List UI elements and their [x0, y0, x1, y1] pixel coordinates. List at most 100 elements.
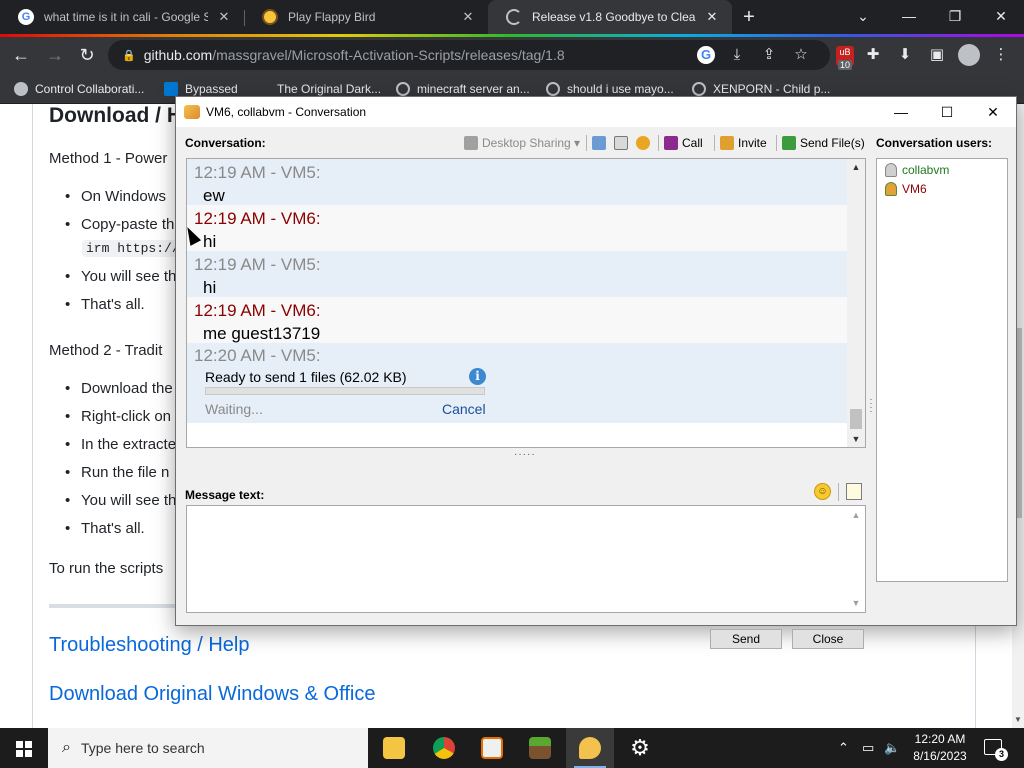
send-button[interactable]: Send — [710, 629, 782, 649]
call-button[interactable]: Call — [664, 133, 703, 153]
reload-icon[interactable]: ↻ — [74, 42, 100, 68]
transfer-progress-bar — [205, 387, 485, 395]
user-name: VM6 — [902, 182, 927, 196]
history-icon — [592, 136, 606, 150]
side-panel-icon[interactable]: ▣ — [926, 44, 948, 66]
globe-icon — [692, 82, 706, 96]
taskbar-settings[interactable]: ⚙ — [616, 728, 664, 768]
minimize-icon[interactable]: — — [878, 97, 924, 127]
bookmark-item[interactable]: XENPORN - Child p... — [692, 82, 830, 96]
bookmark-item[interactable]: Control Collaborati... — [14, 82, 144, 96]
back-icon[interactable]: ← — [8, 42, 34, 68]
taskbar-chrome[interactable] — [420, 728, 468, 768]
close-icon[interactable]: ✕ — [460, 9, 476, 25]
bookmark-star-icon[interactable]: ☆ — [790, 44, 812, 66]
cancel-transfer-link[interactable]: Cancel — [442, 401, 486, 417]
flappy-bird-icon — [262, 9, 278, 25]
close-window-icon[interactable]: ✕ — [970, 97, 1016, 127]
forward-icon[interactable]: → — [42, 42, 68, 68]
more-menu-icon[interactable]: ⋮ — [990, 44, 1012, 66]
chevron-up-icon[interactable]: ⌃ — [838, 740, 849, 756]
taskbar-file-explorer[interactable] — [370, 728, 418, 768]
scroll-down-icon[interactable]: ▼ — [847, 431, 865, 447]
profile-avatar[interactable] — [958, 44, 980, 66]
taskbar-minecraft[interactable] — [516, 728, 564, 768]
extension-badge-count: 10 — [838, 60, 853, 70]
taskbar-java[interactable] — [468, 728, 516, 768]
conversation-window: VM6, collabvm - Conversation — ☐ ✕ Conve… — [175, 96, 1017, 649]
user-offline-icon — [885, 163, 897, 177]
volume-icon[interactable]: 🔈 — [884, 740, 900, 756]
start-button[interactable] — [0, 728, 48, 768]
system-clock[interactable]: 12:20 AM 8/16/2023 — [900, 731, 980, 765]
taskbar-messenger[interactable] — [566, 728, 614, 768]
scroll-thumb[interactable] — [850, 409, 862, 429]
close-icon[interactable]: ✕ — [704, 9, 720, 25]
google-lens-icon[interactable]: G — [697, 46, 715, 64]
scroll-up-icon[interactable]: ▲ — [847, 159, 865, 175]
tab-google-search[interactable]: G what time is it in cali - Google Se ✕ — [0, 0, 244, 34]
install-app-icon[interactable]: ⤓ — [726, 44, 748, 66]
share-icon[interactable]: ⇪ — [758, 44, 780, 66]
message-text-label: Message text: — [185, 488, 265, 502]
message-scrollbar[interactable]: ▲ ▼ — [847, 506, 865, 612]
windows-logo-icon — [16, 741, 32, 757]
chrome-icon — [433, 737, 455, 759]
notepad-icon[interactable] — [846, 483, 862, 500]
restore-icon[interactable]: ❐ — [940, 4, 970, 28]
splitter-handle[interactable]: ····· — [514, 449, 536, 460]
tab-search-icon[interactable]: ⌄ — [848, 4, 878, 28]
lock-icon[interactable]: 🔒 — [122, 49, 136, 62]
conversation-users-label: Conversation users: — [876, 136, 993, 150]
user-item[interactable]: VM6 — [885, 182, 927, 196]
transfer-waiting-text: Waiting... — [205, 401, 263, 417]
send-files-button[interactable]: Send File(s) — [782, 133, 865, 153]
conversation-scrollbar[interactable]: ▲ ▼ — [847, 159, 865, 447]
ublock-extension-icon[interactable]: uB 10 — [836, 46, 854, 70]
message-header: 12:19 AM - VM5: — [194, 255, 321, 274]
conversation-history[interactable]: 12:19 AM - VM5: ew 12:19 AM - VM6: hi 12… — [186, 158, 866, 448]
bookmark-item[interactable]: minecraft server an... — [396, 82, 530, 96]
bookmark-item[interactable]: The Original Dark... — [256, 82, 381, 96]
minimize-icon[interactable]: — — [894, 4, 924, 28]
emoticon-icon[interactable]: ☺ — [814, 483, 831, 500]
download-original-link[interactable]: Download Original Windows & Office — [49, 683, 375, 706]
bookmark-item[interactable]: Bypassed — [164, 82, 238, 96]
transfer-status: Ready to send 1 files (62.02 KB) — [205, 369, 407, 385]
close-button[interactable]: Close — [792, 629, 864, 649]
invite-button[interactable]: Invite — [720, 133, 767, 153]
message-input[interactable]: ▲ ▼ — [186, 505, 866, 613]
extensions-puzzle-icon[interactable]: ✚ — [862, 44, 884, 66]
list-item: Copy-paste th — [65, 216, 174, 233]
new-tab-button[interactable]: + — [738, 6, 760, 28]
message-text: ew — [203, 186, 225, 205]
info-icon[interactable]: i — [469, 368, 486, 385]
network-icon[interactable]: ▭ — [862, 740, 874, 756]
invite-users-icon — [720, 136, 734, 150]
user-item[interactable]: collabvm — [885, 163, 949, 177]
notification-icon[interactable]: 3 — [984, 739, 1008, 761]
close-icon[interactable]: ✕ — [216, 9, 232, 25]
tab-flappy-bird[interactable]: Play Flappy Bird ✕ — [244, 0, 488, 34]
minecraft-icon — [529, 737, 551, 759]
bookmark-item[interactable]: should i use mayo... — [546, 82, 674, 96]
downloads-icon[interactable]: ⬇ — [894, 44, 916, 66]
close-window-icon[interactable]: ✕ — [986, 4, 1016, 28]
clock-time: 12:20 AM — [914, 732, 966, 746]
maximize-icon[interactable]: ☐ — [924, 97, 970, 127]
folder-icon — [383, 737, 405, 759]
taskbar-search[interactable]: ⌕ Type here to search — [48, 728, 368, 768]
java-icon — [481, 737, 503, 759]
settings-button[interactable] — [636, 133, 654, 153]
gear-icon: ⚙ — [630, 735, 650, 760]
log-button[interactable] — [614, 133, 632, 153]
history-button[interactable] — [592, 133, 610, 153]
desktop-sharing-button[interactable]: Desktop Sharing ▾ — [464, 133, 580, 153]
chat-message: 12:19 AM - VM6: me guest13719 — [187, 297, 847, 343]
list-item: That's all. — [65, 296, 145, 313]
tab-github-release[interactable]: Release v1.8 Goodbye to Cleanor ✕ — [488, 0, 732, 34]
search-placeholder: Type here to search — [80, 740, 205, 756]
splitter-handle-vertical[interactable]: · · · · — [868, 395, 874, 416]
address-bar[interactable]: 🔒 github.com/massgravel/Microsoft-Activa… — [108, 40, 830, 70]
troubleshooting-link[interactable]: Troubleshooting / Help — [49, 634, 250, 657]
